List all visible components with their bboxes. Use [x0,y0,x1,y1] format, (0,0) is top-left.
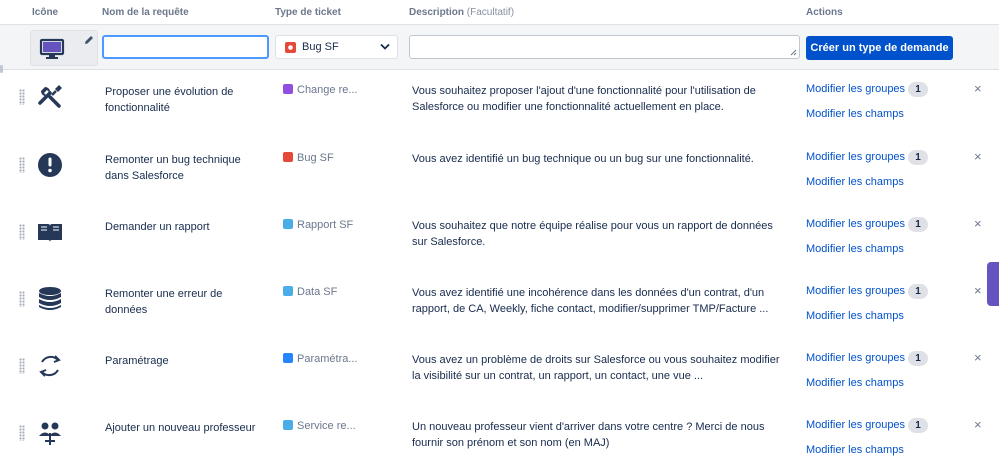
ticket-type: Paramétra... [283,353,358,365]
request-name: Remonter un bug technique dans Salesforc… [105,154,241,182]
request-description: Vous avez un problème de droits sur Sale… [412,354,780,382]
request-description: Vous souhaitez proposer l'ajout d'une fo… [412,85,756,113]
groups-count-badge: 1 [908,217,928,232]
create-request-type-row: Bug SF Créer un type de demande [0,24,999,70]
remove-button[interactable]: × [974,417,982,432]
col-description-optional: (Facultatif) [466,7,515,18]
book-icon [38,224,62,242]
drag-handle-icon[interactable] [19,157,25,173]
request-name: Demander un rapport [105,221,210,233]
edit-groups-link[interactable]: Modifier les groupes [806,151,905,163]
request-description: Vous avez identifié une incohérence dans… [412,287,769,315]
groups-count-badge: 1 [908,284,928,299]
icon-picker[interactable] [30,30,98,66]
pencil-icon[interactable] [83,34,95,46]
table-row: Ajouter un nouveau professeur Service re… [0,408,999,467]
edit-fields-link[interactable]: Modifier les champs [806,444,904,456]
edit-groups-link[interactable]: Modifier les groupes [806,83,905,95]
resize-grip-icon[interactable] [790,49,797,56]
remove-button[interactable]: × [974,350,982,365]
drag-handle-icon[interactable] [19,425,25,441]
drag-handle-icon[interactable] [19,358,25,374]
shield-icon [283,286,293,296]
ticket-type: Rapport SF [283,219,353,231]
edit-fields-link[interactable]: Modifier les champs [806,377,904,389]
ticket-type: Data SF [283,286,337,298]
drag-handle-icon[interactable] [19,291,25,307]
table-row: Demander un rapport Rapport SF Vous souh… [0,207,999,274]
table-row: Proposer une évolution de fonctionnalité… [0,72,999,139]
edit-fields-link[interactable]: Modifier les champs [806,108,904,120]
col-icon: Icône [32,7,59,18]
ticket-type-label: Bug SF [297,152,334,164]
request-description: Vous avez identifié un bug technique ou … [412,153,754,165]
sync-icon [39,355,61,377]
edit-groups-link[interactable]: Modifier les groupes [806,419,905,431]
edit-fields-link[interactable]: Modifier les champs [806,243,904,255]
table-row: Remonter un bug technique dans Salesforc… [0,140,999,207]
ticket-type: Bug SF [283,152,334,164]
ticket-type: Service re... [283,420,356,432]
col-ticket-type: Type de ticket [275,7,341,18]
request-name-input[interactable] [102,35,269,59]
request-description: Un nouveau professeur vient d'arriver da… [412,421,765,449]
ticket-type: Change re... [283,84,358,96]
remove-button[interactable]: × [974,216,982,231]
ticket-type-label: Change re... [297,84,358,96]
request-name: Paramétrage [105,355,169,367]
groups-count-badge: 1 [908,150,928,165]
request-name: Remonter une erreur de données [105,288,223,316]
col-description: Description (Facultatif) [409,7,514,18]
chevron-down-icon [380,43,390,50]
edit-fields-link[interactable]: Modifier les champs [806,310,904,322]
change-icon [283,84,293,94]
remove-button[interactable]: × [974,81,982,96]
people-icon [39,422,61,445]
ticket-type-selected: Bug SF [302,41,339,53]
task-check-icon [283,219,293,229]
drag-handle-icon[interactable] [19,224,25,240]
request-description: Vous souhaitez que notre équipe réalise … [412,220,773,248]
table-row: Remonter une erreur de données Data SF V… [0,274,999,341]
tools-icon [38,85,62,108]
ticket-type-label: Data SF [297,286,338,298]
remove-button[interactable]: × [974,283,982,298]
request-name: Ajouter un nouveau professeur [105,422,256,434]
table-header: Icône Nom de la requête Type de ticket D… [0,0,999,24]
monitor-icon [39,38,65,59]
edit-fields-link[interactable]: Modifier les champs [806,176,904,188]
bug-icon [283,152,293,162]
edit-groups-link[interactable]: Modifier les groupes [806,218,905,230]
col-name: Nom de la requête [102,7,189,18]
table-row: Paramétrage Paramétra... Vous avez un pr… [0,341,999,408]
edit-groups-link[interactable]: Modifier les groupes [806,352,905,364]
col-actions: Actions [806,7,843,18]
groups-count-badge: 1 [908,82,928,97]
remove-button[interactable]: × [974,149,982,164]
service-icon [283,420,293,430]
drag-handle-icon[interactable] [19,89,25,105]
edit-groups-link[interactable]: Modifier les groupes [806,285,905,297]
groups-count-badge: 1 [908,418,928,433]
database-icon [39,287,61,310]
ticket-type-label: Rapport SF [297,219,354,231]
groups-count-badge: 1 [908,351,928,366]
description-textarea[interactable] [409,35,800,59]
feedback-side-tab[interactable] [987,262,999,306]
ticket-type-select[interactable]: Bug SF [275,35,398,59]
col-description-label: Description [409,7,465,18]
ticket-type-label: Service re... [297,420,356,432]
code-icon [283,353,293,363]
bug-icon [285,42,296,53]
create-request-type-button[interactable]: Créer un type de demande [806,36,953,60]
ticket-type-label: Paramétra... [297,353,358,365]
request-name: Proposer une évolution de fonctionnalité [105,86,234,114]
alert-icon [38,153,62,177]
